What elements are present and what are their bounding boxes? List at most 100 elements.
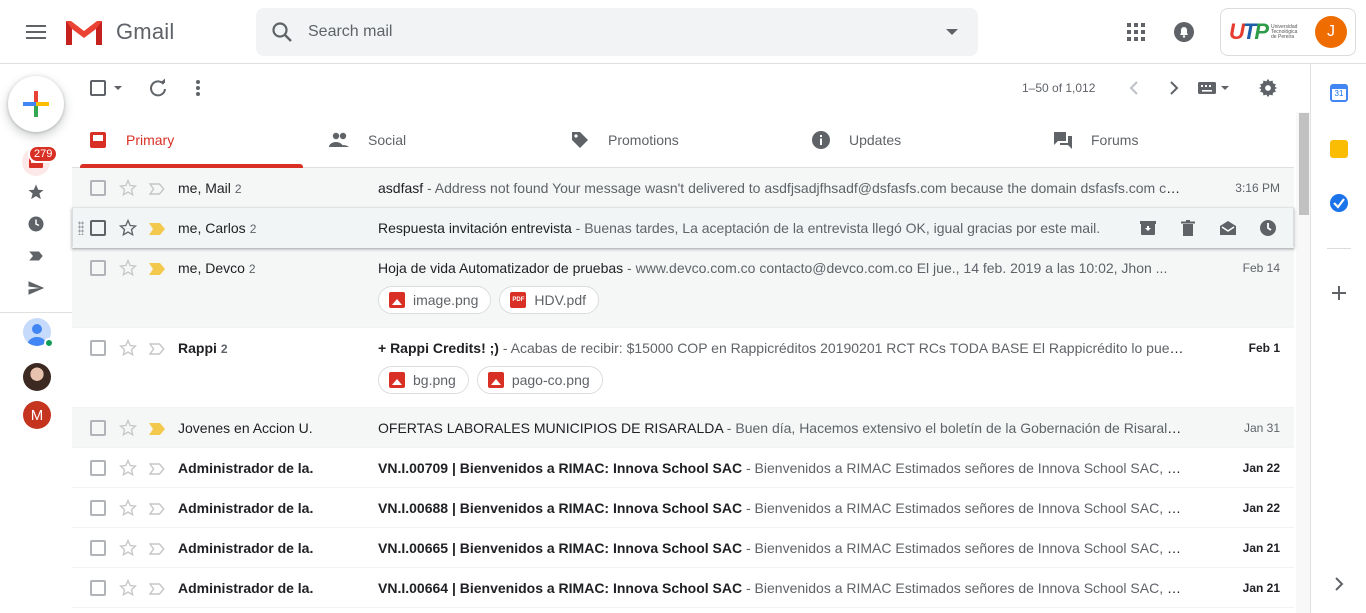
image-file-icon xyxy=(389,292,405,308)
more-options-icon[interactable] xyxy=(196,78,200,98)
search-bar[interactable] xyxy=(256,8,978,56)
archive-icon[interactable] xyxy=(1138,218,1158,238)
subject: asdfasf xyxy=(378,180,424,196)
input-tools-icon[interactable] xyxy=(1198,82,1230,94)
star-icon[interactable] xyxy=(118,538,138,558)
message-summary: asdfasf - Address not found Your message… xyxy=(378,180,1184,196)
notifications-icon[interactable] xyxy=(1172,20,1196,44)
row-checkbox[interactable] xyxy=(90,540,106,556)
importance-marker-icon[interactable] xyxy=(148,182,165,195)
row-checkbox[interactable] xyxy=(90,260,106,276)
drag-handle-icon[interactable] xyxy=(78,221,84,235)
star-icon[interactable] xyxy=(118,418,138,438)
snippet: - Bienvenidos a RIMAC Estimados señores … xyxy=(742,460,1184,476)
importance-marker-icon[interactable] xyxy=(148,462,165,475)
account-avatar[interactable]: J xyxy=(1315,16,1347,48)
table-row[interactable]: Administrador de la. VN.I.00664 | Bienven… xyxy=(72,568,1294,608)
apps-grid-icon[interactable] xyxy=(1124,20,1148,44)
importance-marker-icon[interactable] xyxy=(148,582,165,595)
tab-label: Promotions xyxy=(608,132,679,148)
star-icon[interactable] xyxy=(118,258,138,278)
scrollbar-thumb[interactable] xyxy=(1299,113,1309,215)
table-row[interactable]: Jovenes en Accion U. OFERTAS LABORALES MU… xyxy=(72,408,1294,448)
next-page-icon[interactable] xyxy=(1164,78,1184,98)
pagination-info: 1–50 of 1,012 xyxy=(1022,81,1096,95)
add-addons-icon[interactable] xyxy=(1329,283,1349,303)
importance-marker-icon[interactable] xyxy=(149,262,165,275)
tab-promotions[interactable]: Promotions xyxy=(570,112,679,168)
tab-primary[interactable]: Primary xyxy=(88,112,174,168)
star-icon[interactable] xyxy=(118,338,138,358)
account-switcher[interactable]: UTP Universidad Tecnológica de Pereira J xyxy=(1220,8,1356,56)
star-icon[interactable] xyxy=(118,458,138,478)
delete-icon[interactable] xyxy=(1178,218,1198,238)
attachment-chip[interactable]: bg.png xyxy=(378,366,469,394)
sender-name: me, Devco 2 xyxy=(178,260,256,276)
hangouts-contact-m[interactable]: M xyxy=(23,401,51,429)
calendar-icon[interactable]: 31 xyxy=(1330,84,1348,102)
chevron-right-icon[interactable] xyxy=(1333,576,1345,592)
select-options-icon[interactable] xyxy=(114,86,122,90)
side-panel-divider xyxy=(1327,248,1351,249)
previous-page-icon[interactable] xyxy=(1124,78,1144,98)
table-row[interactable]: Rappi 2 + Rappi Credits! ;) - Acabas de re… xyxy=(72,328,1294,408)
tab-updates[interactable]: Updates xyxy=(811,112,901,168)
search-input[interactable] xyxy=(308,20,908,44)
hangouts-contact-avatar[interactable] xyxy=(23,363,51,391)
attachment-chip[interactable]: image.png xyxy=(378,286,492,314)
settings-gear-icon[interactable] xyxy=(1258,78,1278,98)
importance-marker-icon[interactable] xyxy=(148,342,165,355)
received-date: Jan 31 xyxy=(1243,421,1280,435)
sidebar-item-important[interactable] xyxy=(24,244,48,268)
sender-name: Rappi 2 xyxy=(178,340,228,356)
send-icon xyxy=(28,281,45,295)
row-actions xyxy=(1138,218,1278,238)
snooze-icon[interactable] xyxy=(1258,218,1278,238)
row-checkbox[interactable] xyxy=(90,180,106,196)
category-tabs: Primary Social Promotions Updates Forums xyxy=(72,112,1294,168)
compose-button[interactable] xyxy=(8,76,64,132)
table-row[interactable]: me, Carlos 2 Respuesta invitación entrevis… xyxy=(72,208,1294,248)
row-checkbox[interactable] xyxy=(90,460,106,476)
importance-marker-icon[interactable] xyxy=(149,422,165,435)
sidebar-item-sent[interactable] xyxy=(24,276,48,300)
select-all-checkbox[interactable] xyxy=(90,80,106,96)
row-checkbox[interactable] xyxy=(90,580,106,596)
mark-as-unread-icon[interactable] xyxy=(1218,218,1238,238)
star-icon[interactable] xyxy=(118,498,138,518)
tab-social[interactable]: Social xyxy=(328,112,406,168)
attachment-chip[interactable]: PDF HDV.pdf xyxy=(499,286,600,314)
search-options-icon[interactable] xyxy=(946,29,958,35)
main-menu-icon[interactable] xyxy=(16,14,56,50)
sender-name: me, Mail 2 xyxy=(178,180,242,196)
row-checkbox[interactable] xyxy=(90,340,106,356)
top-bar: Gmail UTP Universidad Tecnológica de Per… xyxy=(0,0,1366,64)
table-row[interactable]: Administrador de la. VN.I.00665 | Bienven… xyxy=(72,528,1294,568)
importance-marker-icon[interactable] xyxy=(148,502,165,515)
table-row[interactable]: me, Devco 2 Hoja de vida Automatizador de … xyxy=(72,248,1294,328)
tab-forums[interactable]: Forums xyxy=(1053,112,1138,168)
attachment-chip[interactable]: pago-co.png xyxy=(476,366,603,394)
online-status-icon xyxy=(44,338,54,348)
table-row[interactable]: me, Mail 2 asdfasf - Address not found You… xyxy=(72,168,1294,208)
keep-icon[interactable] xyxy=(1330,140,1348,158)
row-checkbox[interactable] xyxy=(90,420,106,436)
importance-marker-icon[interactable] xyxy=(149,222,165,235)
row-checkbox[interactable] xyxy=(90,220,106,236)
message-summary: VN.I.00665 | Bienvenidos a RIMAC: Innova… xyxy=(378,540,1184,556)
refresh-icon[interactable] xyxy=(148,78,168,98)
star-icon[interactable] xyxy=(118,178,138,198)
star-icon[interactable] xyxy=(118,578,138,598)
sidebar-item-starred[interactable] xyxy=(24,180,48,204)
star-icon[interactable] xyxy=(118,218,138,238)
table-row[interactable]: Administrador de la. VN.I.00688 | Bienven… xyxy=(72,488,1294,528)
search-icon[interactable] xyxy=(270,20,294,44)
tab-label: Social xyxy=(368,132,407,148)
tasks-icon[interactable] xyxy=(1330,194,1348,212)
subject: OFERTAS LABORALES MUNICIPIOS DE RISARALD… xyxy=(378,420,723,436)
importance-marker-icon[interactable] xyxy=(148,542,165,555)
gmail-logo[interactable]: Gmail xyxy=(64,14,174,50)
table-row[interactable]: Administrador de la. VN.I.00709 | Bienven… xyxy=(72,448,1294,488)
row-checkbox[interactable] xyxy=(90,500,106,516)
sidebar-item-snoozed[interactable] xyxy=(24,212,48,236)
